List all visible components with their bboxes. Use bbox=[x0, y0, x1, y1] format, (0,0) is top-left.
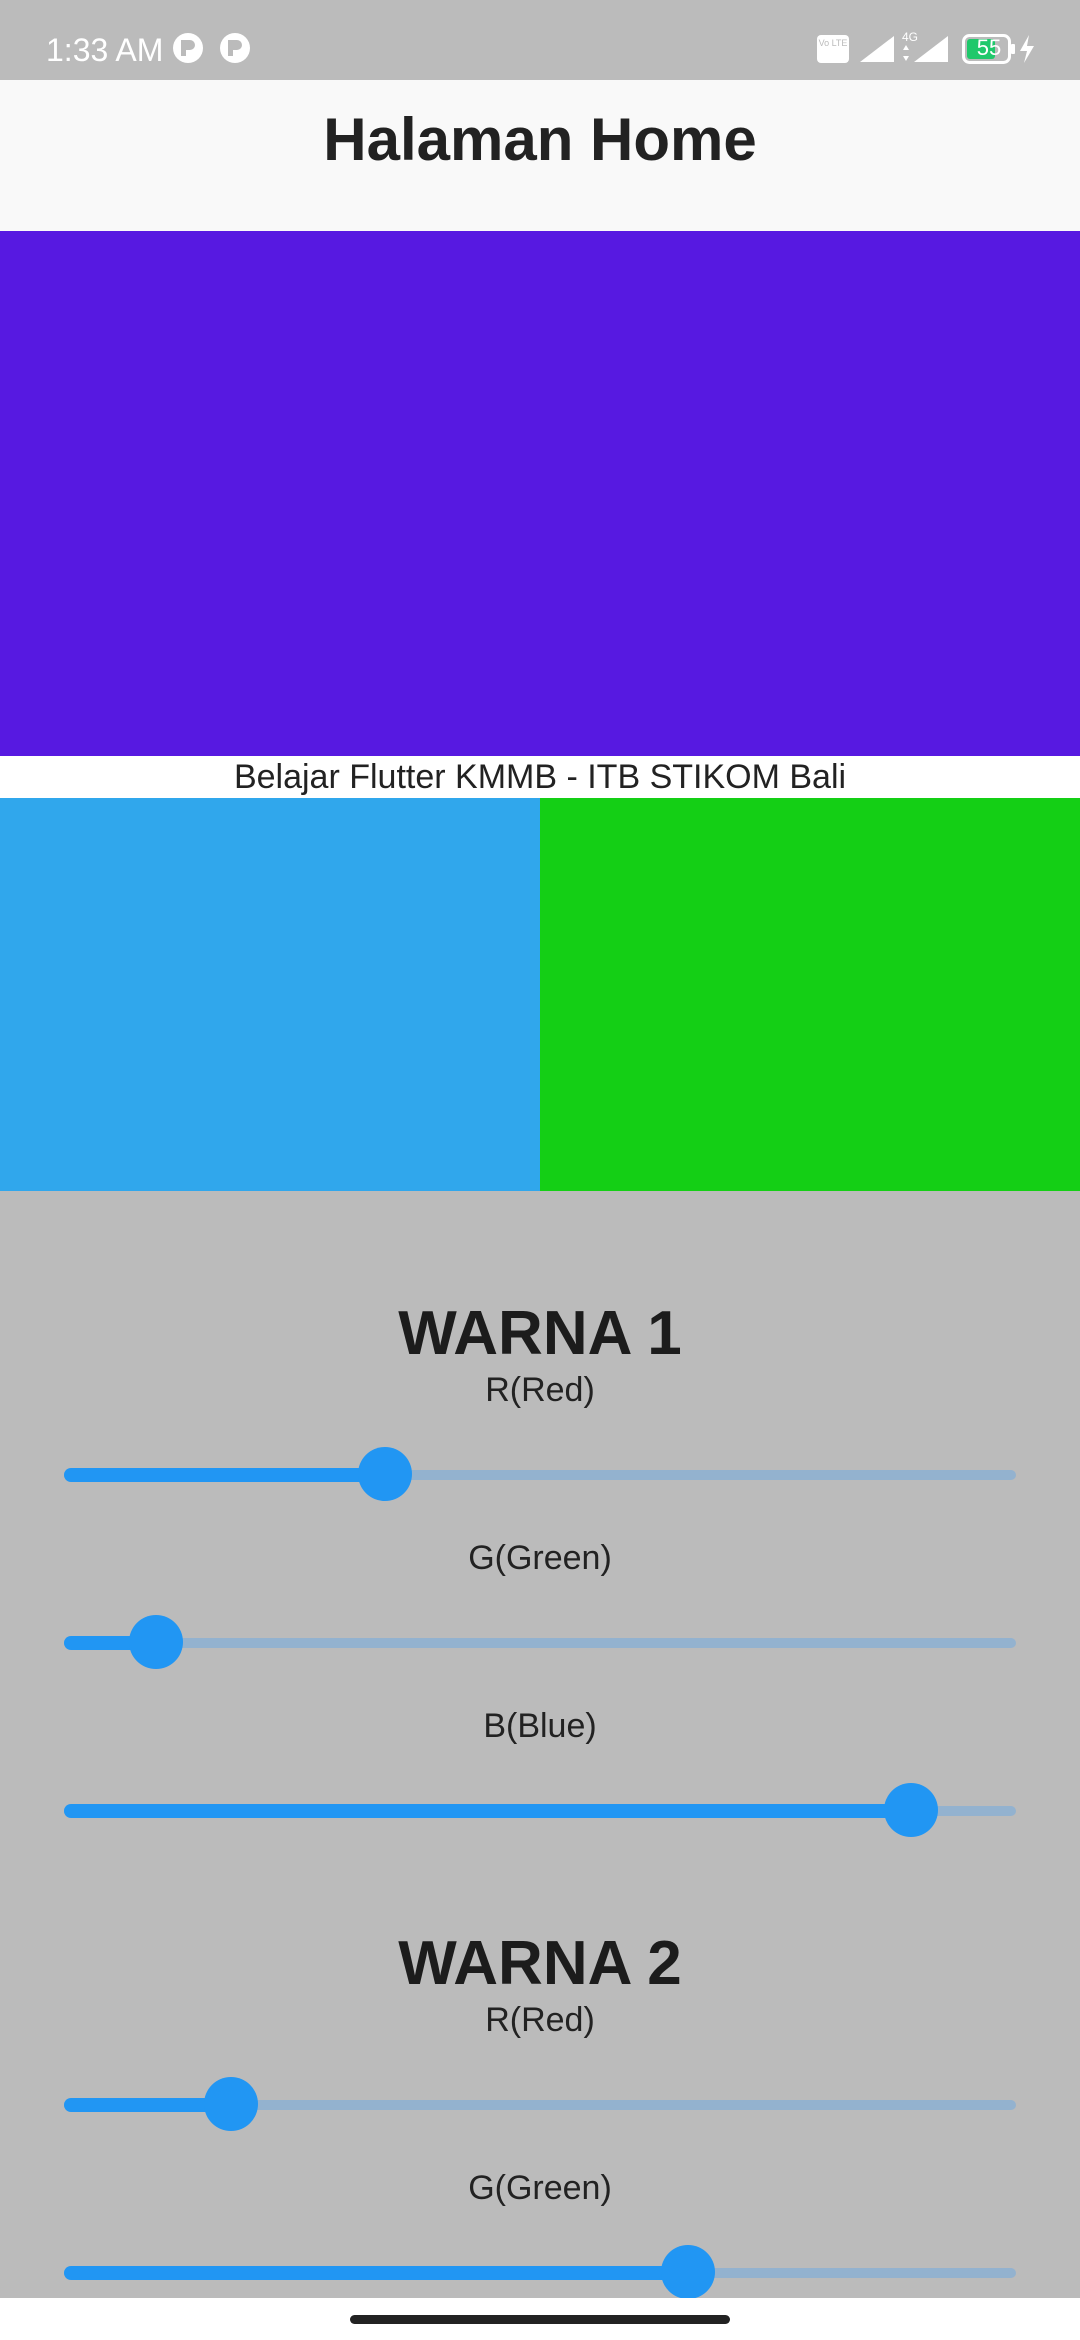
warna2-red-slider[interactable] bbox=[64, 2076, 1016, 2132]
slider-thumb[interactable] bbox=[204, 2077, 258, 2131]
slider-thumb[interactable] bbox=[129, 1615, 183, 1669]
warna2-heading: WARNA 2 bbox=[398, 1929, 682, 1998]
slider-fill bbox=[64, 1804, 911, 1818]
caption-row: Belajar Flutter KMMB - ITB STIKOM Bali bbox=[0, 756, 1080, 798]
charging-icon bbox=[1020, 35, 1034, 63]
status-time: 1:33 AM bbox=[46, 32, 164, 68]
slider-fill bbox=[64, 2266, 688, 2280]
battery-level: 55 bbox=[976, 35, 1002, 60]
slider-thumb[interactable] bbox=[358, 1447, 412, 1501]
warna1-green-slider[interactable] bbox=[64, 1614, 1016, 1670]
warna1-red-label: R(Red) bbox=[485, 1371, 595, 1409]
app-notification-icon bbox=[173, 33, 203, 63]
warna1-blue-label: B(Blue) bbox=[483, 1707, 597, 1745]
signal-4g-icon bbox=[914, 36, 948, 62]
slider-thumb[interactable] bbox=[661, 2245, 715, 2299]
warna1-red-slider[interactable] bbox=[64, 1446, 1016, 1502]
warna2-green-slider[interactable] bbox=[64, 2244, 1016, 2300]
slider-fill bbox=[64, 1468, 385, 1482]
page-title: Halaman Home bbox=[323, 106, 757, 173]
caption-text: Belajar Flutter KMMB - ITB STIKOM Bali bbox=[233, 758, 847, 796]
color-preview-main bbox=[0, 231, 1080, 756]
color-preview-left bbox=[0, 798, 540, 1191]
volte-label: Vo LTE bbox=[818, 38, 848, 48]
warna2-red-label: R(Red) bbox=[485, 2001, 595, 2039]
gesture-handle[interactable] bbox=[350, 2315, 730, 2324]
warna1-blue-slider[interactable] bbox=[64, 1782, 1016, 1838]
data-arrows-icon bbox=[903, 45, 909, 61]
warna1-green-label: G(Green) bbox=[468, 1539, 612, 1577]
gesture-nav-area bbox=[0, 2298, 1080, 2340]
warna2-green-label: G(Green) bbox=[468, 2169, 612, 2207]
app-notification-icon bbox=[220, 33, 250, 63]
signal-icon bbox=[860, 36, 894, 62]
slider-track bbox=[64, 1638, 1016, 1648]
status-bar: 1:33 AM Vo LTE 4G 55 bbox=[0, 0, 1080, 80]
color-preview-right bbox=[540, 798, 1080, 1191]
slider-thumb[interactable] bbox=[884, 1783, 938, 1837]
warna1-heading: WARNA 1 bbox=[398, 1299, 682, 1368]
